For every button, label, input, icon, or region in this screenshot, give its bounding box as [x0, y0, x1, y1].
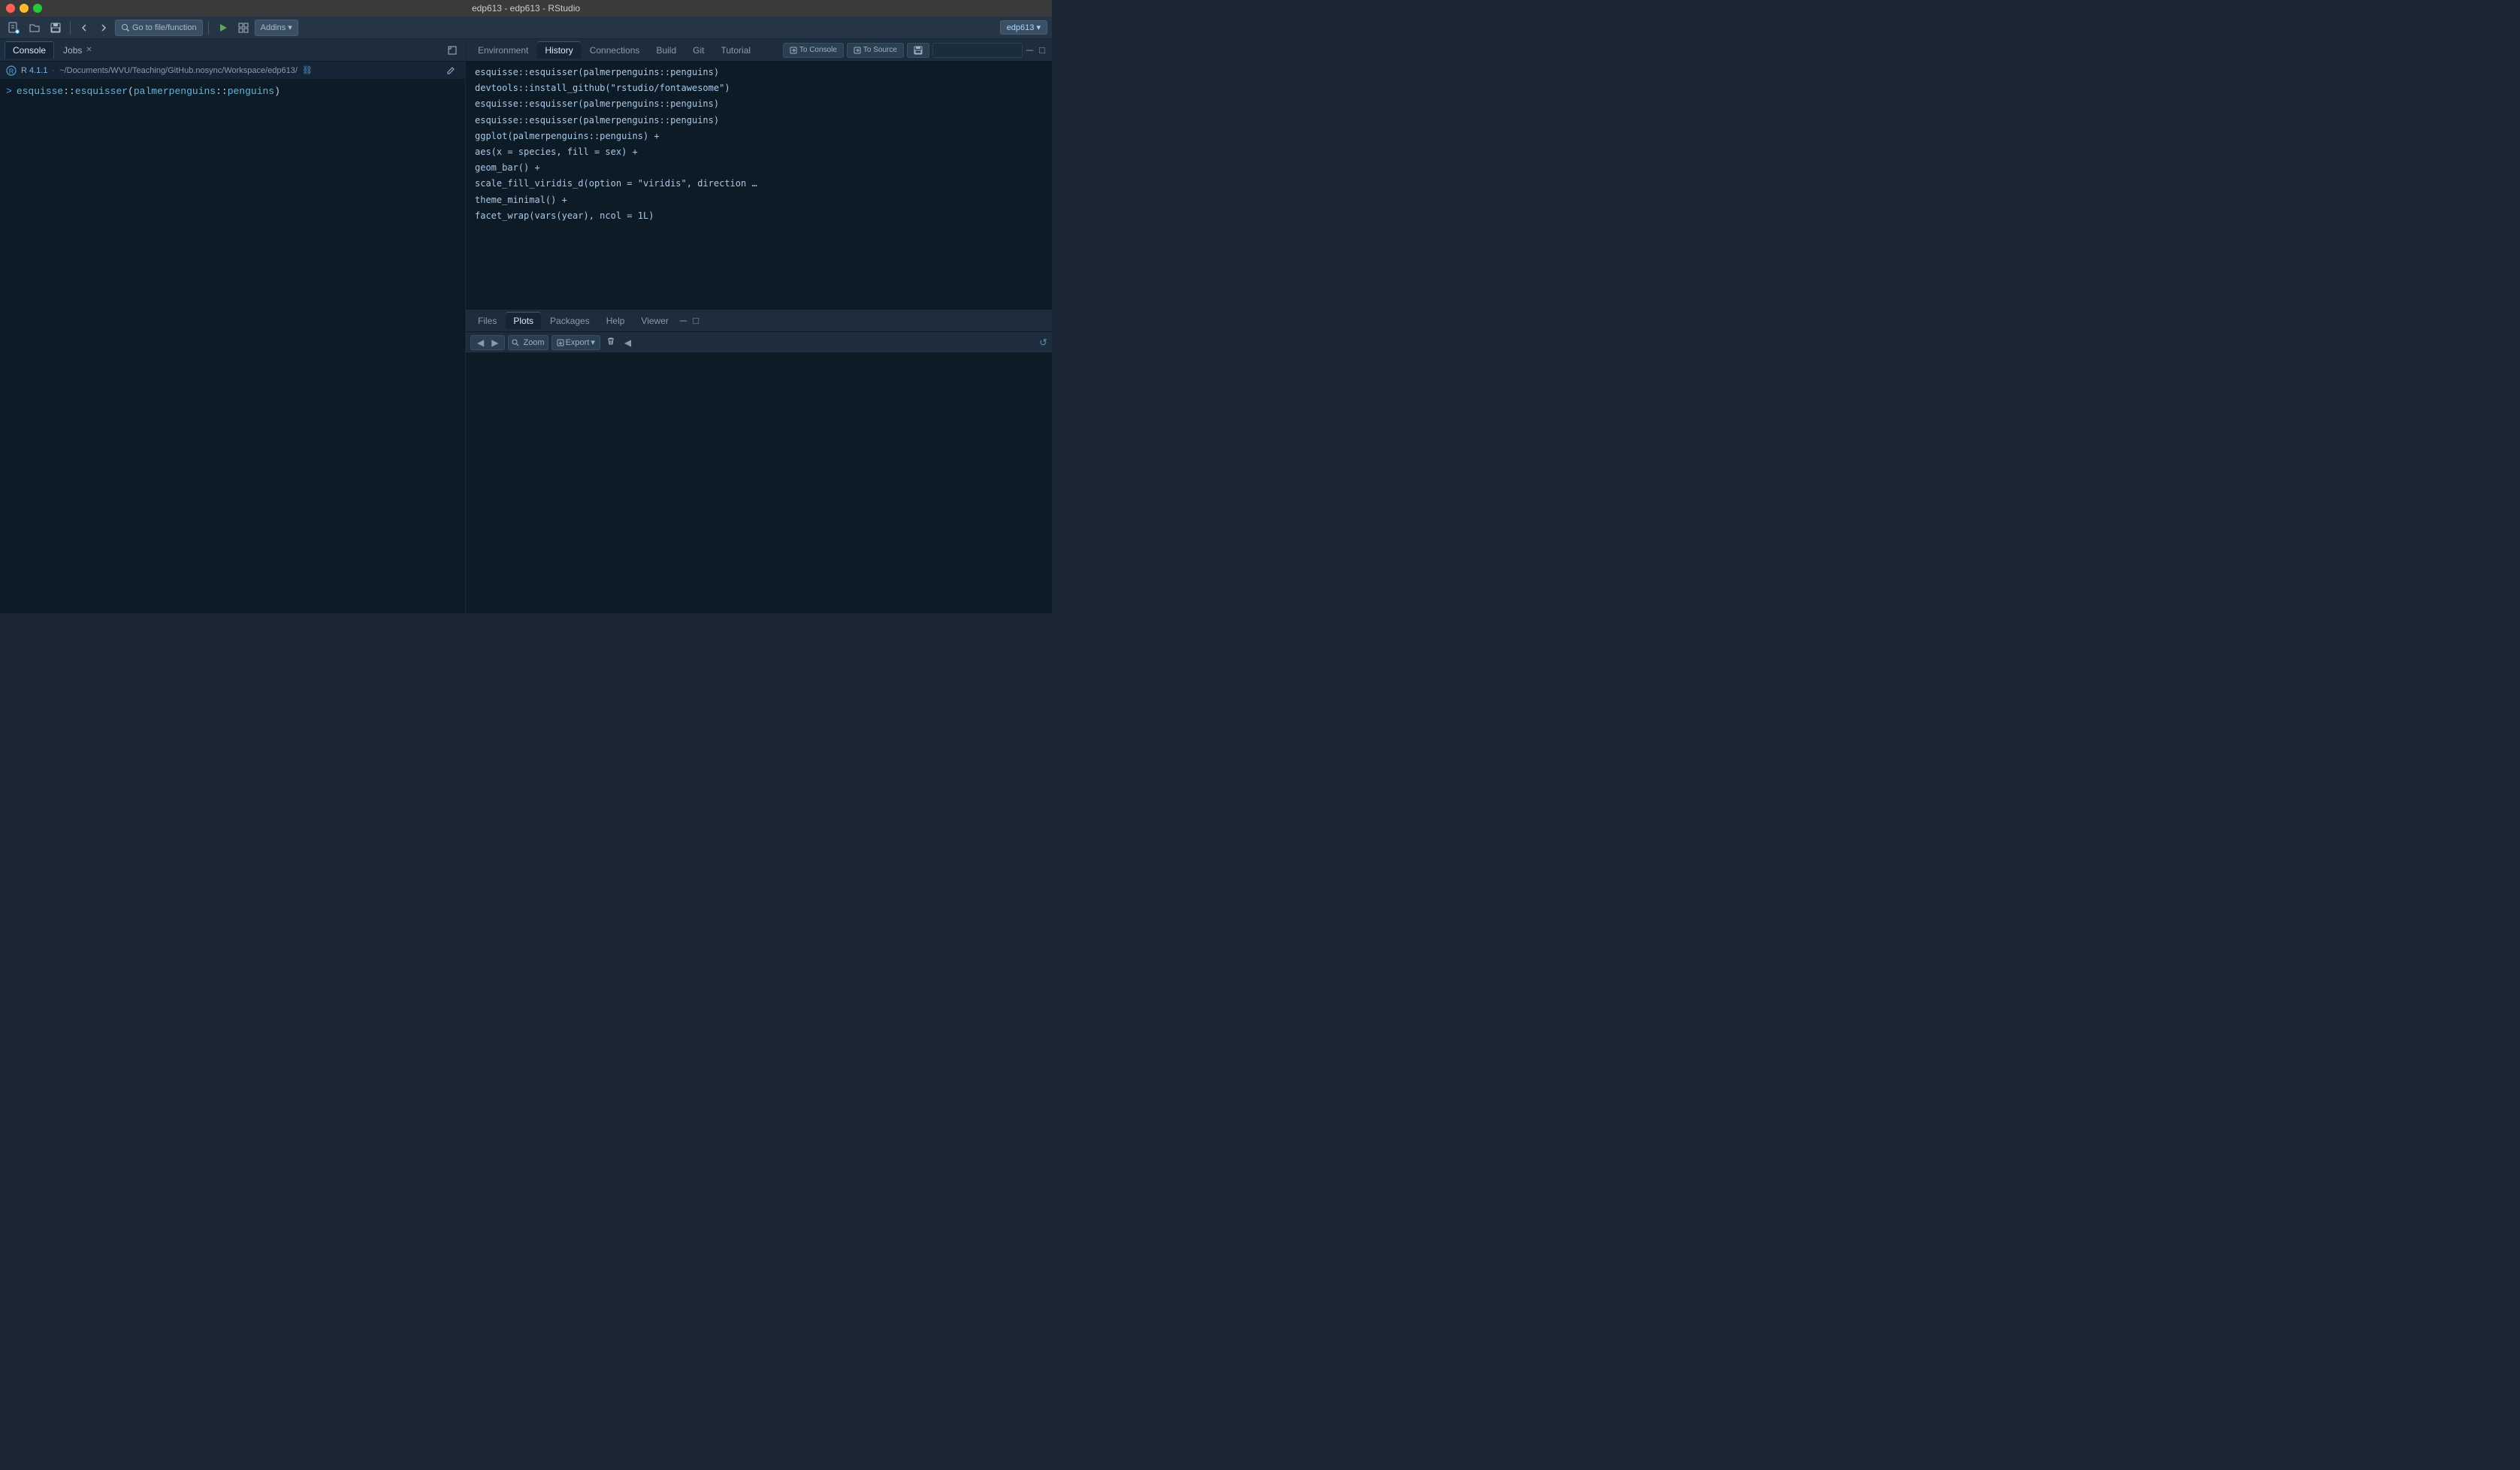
r-version: R 4.1.1: [21, 66, 47, 75]
tab-connections[interactable]: Connections: [582, 42, 648, 59]
console-maximize-button[interactable]: [444, 44, 461, 57]
history-item[interactable]: esquisse::esquisser(palmerpenguins::peng…: [466, 96, 1052, 112]
history-panel-actions: To Console To Source: [783, 43, 1023, 58]
tab-help[interactable]: Help: [599, 313, 633, 329]
zoom-label: Zoom: [523, 338, 544, 347]
bottom-right-minimize[interactable]: ─: [678, 315, 689, 326]
console-tab-bar: Console Jobs ✕: [0, 39, 465, 62]
svg-text:R: R: [9, 68, 14, 75]
console-prompt: >: [6, 84, 12, 99]
tab-history[interactable]: History: [537, 41, 580, 59]
go-to-file-label: Go to file/function: [132, 23, 197, 32]
title-bar: edp613 - edp613 - RStudio: [0, 0, 1052, 17]
tab-jobs[interactable]: Jobs ✕: [56, 42, 100, 59]
go-to-file-button[interactable]: Go to file/function: [115, 20, 203, 36]
delete-plot-button[interactable]: [603, 335, 618, 349]
nav-button-group: ◀ ▶: [470, 335, 505, 350]
console-line-1: > esquisse::esquisser(palmerpenguins::pe…: [6, 84, 459, 99]
tab-viewer[interactable]: Viewer: [633, 313, 675, 329]
history-item[interactable]: aes(x = species, fill = sex) +: [466, 144, 1052, 160]
path-bar-actions: [443, 64, 459, 77]
close-button[interactable]: [6, 4, 15, 13]
run-button[interactable]: [214, 20, 232, 35]
to-console-button[interactable]: To Console: [783, 43, 844, 58]
right-panel: Environment History Connections Build Gi…: [466, 39, 1052, 613]
project-arrow: ▾: [1036, 23, 1041, 32]
plots-area: [466, 353, 1052, 613]
tab-jobs-close[interactable]: ✕: [86, 46, 92, 54]
bottom-right-maximize[interactable]: □: [690, 315, 701, 326]
tab-environment[interactable]: Environment: [470, 42, 536, 59]
open-file-button[interactable]: [26, 20, 44, 35]
history-item[interactable]: ggplot(palmerpenguins::penguins) +: [466, 129, 1052, 144]
plots-toolbar: ◀ ▶ Zoom Export ▾ ◀ ↺: [466, 332, 1052, 353]
history-item[interactable]: geom_bar() +: [466, 160, 1052, 176]
path-link-icon[interactable]: ⛓: [302, 65, 313, 75]
tab-console-label: Console: [13, 45, 46, 56]
tab-files[interactable]: Files: [470, 313, 504, 329]
tab-packages[interactable]: Packages: [542, 313, 597, 329]
tab-git[interactable]: Git: [685, 42, 712, 59]
tab-jobs-label: Jobs: [63, 45, 82, 56]
export-arrow: ▾: [591, 337, 595, 347]
addins-button[interactable]: Addins ▾: [255, 20, 298, 36]
tab-console[interactable]: Console: [5, 41, 54, 59]
tab-plots[interactable]: Plots: [506, 312, 541, 329]
bottom-right-panel: Files Plots Packages Help Viewer ─ □: [466, 310, 1052, 613]
toolbar-right: edp613 ▾: [1000, 20, 1047, 35]
top-panel-tab-bar: Environment History Connections Build Gi…: [466, 39, 1052, 62]
history-search[interactable]: [932, 43, 1023, 58]
separator-1: [70, 21, 71, 35]
export-label: Export: [566, 338, 590, 347]
history-content: esquisse::esquisser(palmerpenguins::peng…: [466, 62, 1052, 309]
back-button[interactable]: [76, 21, 92, 35]
left-panel: Console Jobs ✕ R R 4.1.1 · ~/Documents/W…: [0, 39, 466, 613]
zoom-button[interactable]: Zoom: [508, 335, 548, 350]
window-title: edp613 - edp613 - RStudio: [472, 3, 580, 14]
grid-button[interactable]: [235, 21, 252, 35]
plots-forward-button[interactable]: ▶: [488, 336, 501, 349]
separator-2: [208, 21, 209, 35]
addins-arrow: ▾: [288, 23, 292, 32]
history-item[interactable]: esquisse::esquisser(palmerpenguins::peng…: [466, 113, 1052, 129]
traffic-lights: [6, 4, 42, 13]
tab-tutorial[interactable]: Tutorial: [713, 42, 758, 59]
export-button[interactable]: Export ▾: [551, 335, 600, 350]
main-layout: Console Jobs ✕ R R 4.1.1 · ~/Documents/W…: [0, 39, 1052, 613]
top-right-maximize[interactable]: □: [1037, 44, 1047, 56]
to-console-label: To Console: [799, 46, 837, 54]
plots-back-button[interactable]: ◀: [474, 336, 487, 349]
path-bar: R R 4.1.1 · ~/Documents/WVU/Teaching/Git…: [0, 62, 465, 80]
save-button[interactable]: [47, 20, 65, 35]
history-item[interactable]: esquisse::esquisser(palmerpenguins::peng…: [466, 65, 1052, 80]
console-area[interactable]: > esquisse::esquisser(palmerpenguins::pe…: [0, 80, 465, 613]
console-command: esquisse::esquisser(palmerpenguins::peng…: [17, 84, 280, 99]
history-item[interactable]: facet_wrap(vars(year), ncol = 1L): [466, 208, 1052, 224]
to-source-label: To Source: [863, 46, 897, 54]
maximize-button[interactable]: [33, 4, 42, 13]
addins-label: Addins: [261, 23, 286, 32]
top-right-minimize[interactable]: ─: [1024, 44, 1035, 56]
history-item[interactable]: devtools::install_github("rstudio/fontaw…: [466, 80, 1052, 96]
top-right-panel: Environment History Connections Build Gi…: [466, 39, 1052, 310]
new-file-button[interactable]: [5, 20, 23, 35]
save-history-button[interactable]: [907, 43, 929, 58]
working-path: ~/Documents/WVU/Teaching/GitHub.nosync/W…: [59, 66, 298, 75]
project-button[interactable]: edp613 ▾: [1000, 20, 1047, 35]
project-name-label: edp613: [1007, 23, 1035, 32]
tab-bar-actions: [444, 44, 461, 57]
forward-button[interactable]: [95, 21, 112, 35]
console-edit-button[interactable]: [443, 64, 459, 77]
history-item[interactable]: theme_minimal() +: [466, 192, 1052, 208]
main-toolbar: Go to file/function Addins ▾ edp613 ▾: [0, 17, 1052, 39]
tab-build[interactable]: Build: [648, 42, 684, 59]
bottom-panel-tab-bar: Files Plots Packages Help Viewer ─ □: [466, 310, 1052, 332]
minimize-button[interactable]: [20, 4, 29, 13]
path-separator: ·: [52, 66, 55, 75]
plots-scroll-left[interactable]: ◀: [621, 336, 634, 349]
to-source-button[interactable]: To Source: [847, 43, 904, 58]
plots-refresh-button[interactable]: ↺: [1039, 337, 1047, 349]
history-item[interactable]: scale_fill_viridis_d(option = "viridis",…: [466, 176, 1052, 192]
